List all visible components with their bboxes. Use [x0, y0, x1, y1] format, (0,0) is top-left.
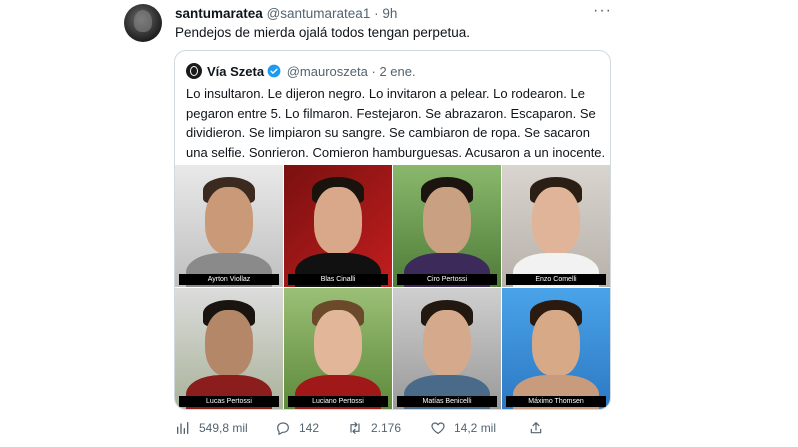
photo-caption: Ciro Pertossi: [397, 274, 497, 285]
photo-cell[interactable]: Ciro Pertossi: [393, 165, 501, 287]
reply-count: 142: [299, 421, 320, 435]
tweet-time[interactable]: 9h: [382, 6, 397, 21]
reply-action[interactable]: 142: [275, 420, 319, 436]
quoted-tweet[interactable]: Vía Szeta @mauroszeta · 2 ene. Lo insult…: [174, 50, 611, 410]
retweet-count: 2.176: [371, 421, 402, 435]
like-count: 14,2 mil: [454, 421, 497, 435]
photo-cell[interactable]: Matías Benicelli: [393, 288, 501, 409]
share-icon: [530, 422, 542, 434]
photo-cell[interactable]: Ayrton Viollaz: [175, 165, 283, 287]
photo-caption: Máximo Thomsen: [506, 396, 606, 407]
photo-caption: Matías Benicelli: [397, 396, 497, 407]
views-count: 549,8 mil: [199, 421, 248, 435]
tweet-header: santumaratea @santumaratea1 · 9h: [175, 6, 397, 21]
avatar-silhouette: [134, 10, 152, 32]
quoted-tweet-header: Vía Szeta @mauroszeta · 2 ene.: [207, 64, 416, 79]
photo-caption: Ayrton Viollaz: [179, 274, 279, 285]
photo-caption: Enzo Comelli: [506, 274, 606, 285]
photo-grid[interactable]: Ayrton Viollaz Blas Cinalli Ciro Pertoss…: [175, 165, 610, 409]
photo-cell[interactable]: Blas Cinalli: [284, 165, 392, 287]
views-action[interactable]: 549,8 mil: [175, 420, 248, 436]
photo-caption: Lucas Pertossi: [179, 396, 279, 407]
separator-dot: ·: [374, 6, 379, 21]
retweet-icon: [350, 422, 360, 434]
photo-cell[interactable]: Máximo Thomsen: [502, 288, 610, 409]
like-action[interactable]: 14,2 mil: [430, 420, 496, 436]
photo-cell[interactable]: Luciano Pertossi: [284, 288, 392, 409]
quoted-author-name[interactable]: Vía Szeta: [207, 64, 264, 79]
retweet-action[interactable]: 2.176: [347, 420, 401, 436]
photo-caption: Luciano Pertossi: [288, 396, 388, 407]
separator-dot: ·: [371, 64, 376, 79]
quoted-tweet-text: Lo insultaron. Le dijeron negro. Lo invi…: [186, 86, 606, 160]
quoted-tweet-time[interactable]: 2 ene.: [379, 64, 415, 79]
analytics-icon: [177, 422, 189, 434]
tweet-actions: 549,8 mil 142 2.176 14,2 mil: [0, 420, 798, 440]
tweet-text: Pendejos de mierda ojalá todos tengan pe…: [175, 25, 470, 40]
reply-icon: [277, 422, 289, 435]
verified-badge-icon: [267, 64, 281, 78]
heart-icon: [431, 422, 445, 434]
author-handle[interactable]: @santumaratea1: [267, 6, 371, 21]
more-options-icon[interactable]: ···: [593, 2, 612, 20]
author-name[interactable]: santumaratea: [175, 6, 263, 21]
quoted-author-handle[interactable]: @mauroszeta: [287, 64, 368, 79]
photo-cell[interactable]: Enzo Comelli: [502, 165, 610, 287]
quoted-author-avatar: [186, 63, 202, 79]
share-action[interactable]: [528, 420, 544, 436]
author-avatar[interactable]: [124, 4, 162, 42]
photo-caption: Blas Cinalli: [288, 274, 388, 285]
photo-cell[interactable]: Lucas Pertossi: [175, 288, 283, 409]
